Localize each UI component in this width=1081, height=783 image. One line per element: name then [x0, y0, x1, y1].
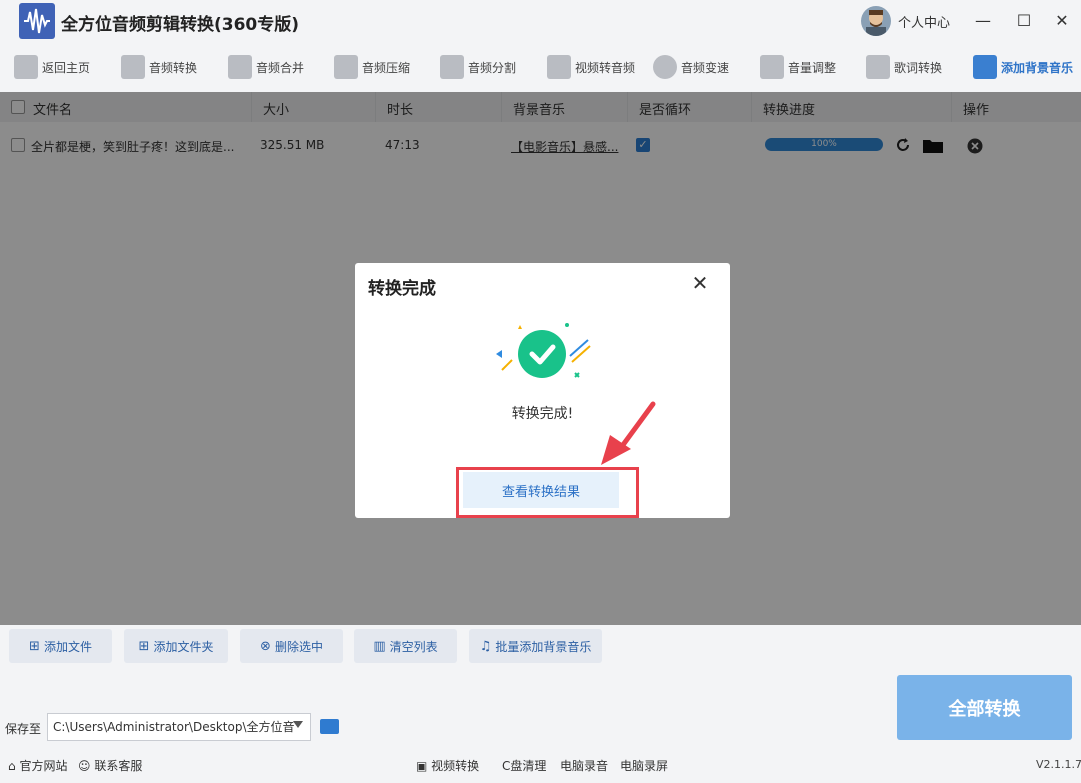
tool-audio-speed[interactable]: 音频变速: [653, 52, 729, 82]
tool-label: 音频变速: [681, 60, 730, 75]
tool-label: 音频合并: [256, 60, 305, 75]
pointer-arrow-icon: [601, 401, 656, 465]
highlight-box: [456, 467, 639, 518]
minimize-icon[interactable]: —: [970, 8, 996, 34]
tool-video-to-audio[interactable]: 视频转音频: [547, 52, 635, 82]
add-file-icon: ⊞: [29, 638, 40, 654]
tool-label: 音频转换: [149, 60, 198, 75]
footer-link-label: 视频转换: [431, 759, 480, 773]
save-path-select[interactable]: C:\Users\Administrator\Desktop\全方位音: [47, 713, 311, 741]
title-bar: 全方位音频剪辑转换(360专版) 个人中心 — ☐ ✕: [0, 0, 1081, 42]
browse-folder-icon[interactable]: [320, 719, 339, 734]
tool-audio-convert[interactable]: 音频转换: [121, 52, 197, 82]
clear-list-button[interactable]: ▥ 清空列表: [354, 629, 457, 663]
success-check-icon: [496, 323, 591, 378]
footer-record-audio-link[interactable]: 电脑录音: [560, 757, 608, 774]
add-folder-icon: ⊞: [138, 638, 150, 654]
split-icon: [440, 55, 464, 79]
app-title: 全方位音频剪辑转换(360专版): [61, 15, 300, 35]
tool-label: 歌词转换: [894, 60, 943, 75]
speed-gauge-icon: [653, 55, 677, 79]
merge-icon: [228, 55, 252, 79]
video-icon: [547, 55, 571, 79]
tool-label: 音频压缩: [362, 60, 411, 75]
save-to-label: 保存至: [5, 722, 42, 736]
batch-add-bgm-button[interactable]: ♫ 批量添加背景音乐: [469, 629, 602, 663]
compress-icon: [334, 55, 358, 79]
tool-add-bgm[interactable]: 添加背景音乐: [973, 52, 1073, 82]
add-folder-button[interactable]: ⊞ 添加文件夹: [124, 629, 228, 663]
tool-lyrics-convert[interactable]: 歌词转换: [866, 52, 942, 82]
dialog-message: 转换完成!: [511, 406, 574, 422]
support-link[interactable]: ☺ 联系客服: [78, 757, 142, 774]
tool-label: 视频转音频: [575, 60, 636, 75]
tool-audio-merge[interactable]: 音频合并: [228, 52, 304, 82]
close-window-icon[interactable]: ✕: [1049, 8, 1075, 34]
avatar[interactable]: [861, 6, 891, 36]
button-label: 添加文件: [43, 639, 92, 654]
support-label: 联系客服: [94, 759, 143, 773]
footer-video-convert-link[interactable]: ▣ 视频转换: [416, 757, 479, 774]
app-logo-icon: [19, 3, 55, 39]
tool-label: 返回主页: [42, 60, 91, 75]
footer-record-screen-link[interactable]: 电脑录屏: [620, 757, 668, 774]
user-center-link[interactable]: 个人中心: [898, 12, 950, 31]
tool-home[interactable]: 返回主页: [14, 52, 90, 82]
chevron-down-icon[interactable]: [293, 721, 303, 728]
home-icon: [14, 55, 38, 79]
tool-audio-compress[interactable]: 音频压缩: [334, 52, 410, 82]
website-link[interactable]: ⌂ 官方网站: [8, 757, 67, 774]
music-note-icon: [121, 55, 145, 79]
website-label: 官方网站: [19, 759, 68, 773]
add-file-button[interactable]: ⊞ 添加文件: [9, 629, 112, 663]
dialog-title: 转换完成: [368, 279, 436, 299]
tool-label: 添加背景音乐: [1001, 60, 1074, 75]
function-toolbar: 返回主页 音频转换 音频合并 音频压缩 音频分割 视频转音频 音频变速 音量调整…: [0, 42, 1081, 92]
add-music-icon: [973, 55, 997, 79]
version-label: V2.1.1.7: [1036, 758, 1081, 771]
equalizer-icon: [760, 55, 784, 79]
maximize-icon[interactable]: ☐: [1011, 8, 1037, 34]
button-label: 清空列表: [389, 639, 438, 654]
tool-label: 音量调整: [788, 60, 837, 75]
convert-all-button[interactable]: 全部转换: [897, 675, 1072, 740]
delete-selected-button[interactable]: ⊗ 删除选中: [240, 629, 343, 663]
close-icon[interactable]: ✕: [689, 271, 711, 295]
tool-volume-adjust[interactable]: 音量调整: [760, 52, 836, 82]
button-label: 添加文件夹: [153, 639, 214, 654]
lyrics-icon: [866, 55, 890, 79]
footer-c-clean-link[interactable]: C盘清理: [502, 757, 546, 774]
button-label: 批量添加背景音乐: [495, 639, 592, 654]
trash-icon: ▥: [373, 638, 386, 654]
tool-audio-split[interactable]: 音频分割: [440, 52, 516, 82]
button-label: 删除选中: [274, 639, 323, 654]
add-music-icon: ♫: [479, 638, 492, 654]
delete-icon: ⊗: [260, 638, 271, 654]
tool-label: 音频分割: [468, 60, 517, 75]
